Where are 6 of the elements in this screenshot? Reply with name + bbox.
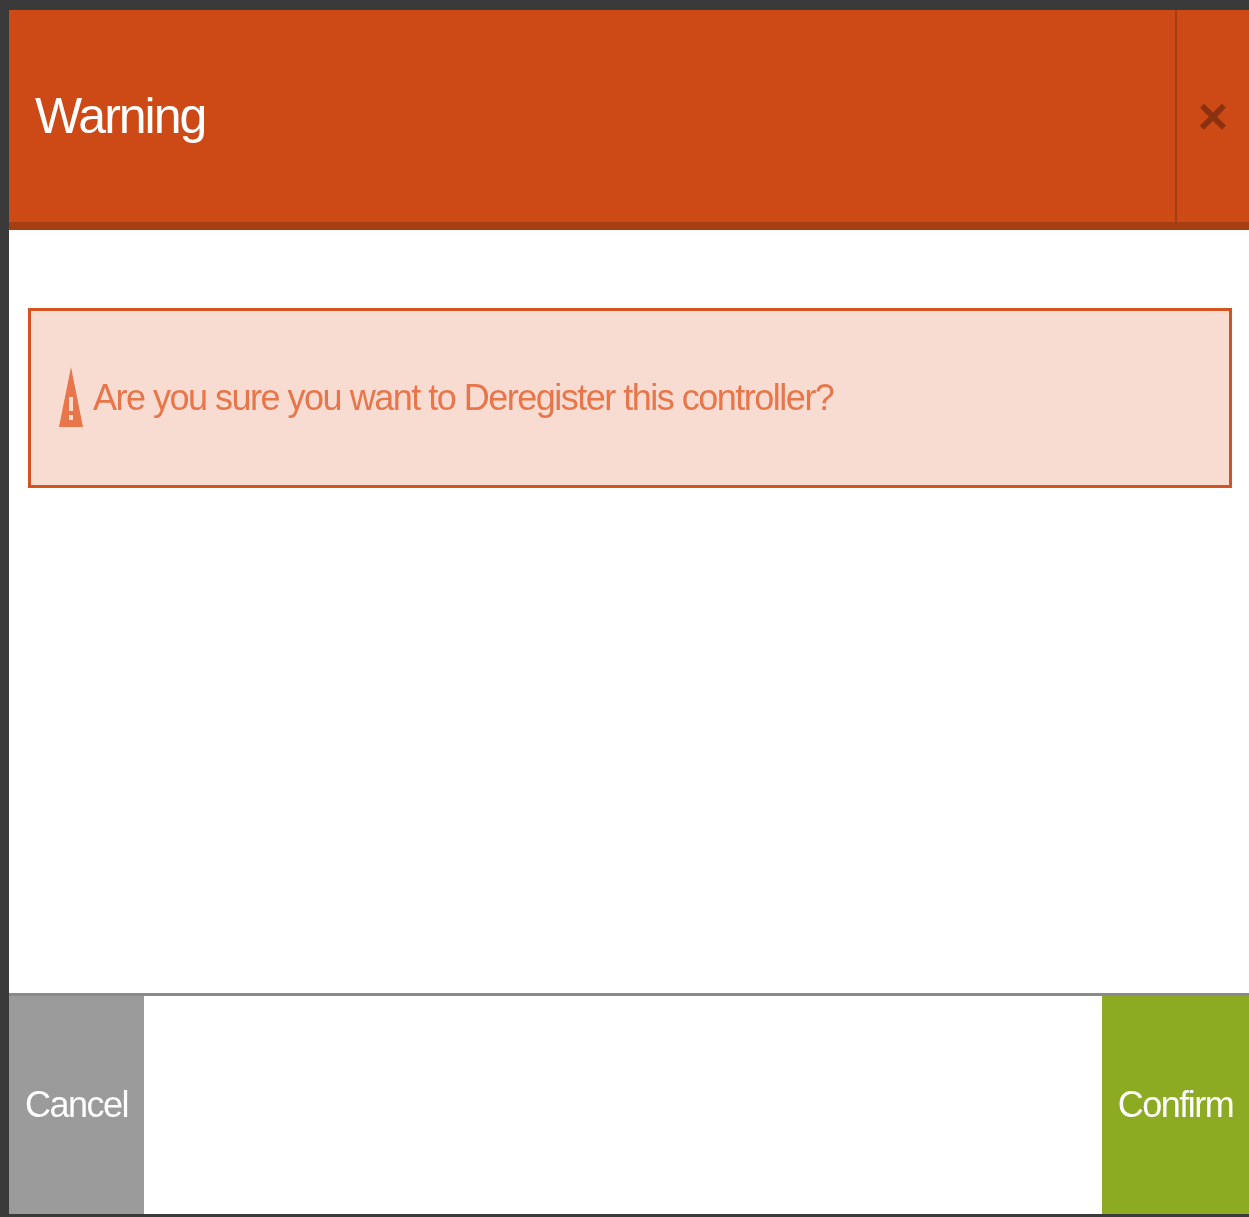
confirm-button[interactable]: Confirm [1102, 996, 1249, 1214]
close-button[interactable]: × [1175, 10, 1249, 222]
dialog-title: Warning [34, 87, 207, 146]
cancel-button[interactable]: Cancel [9, 996, 144, 1214]
alert-message: Are you sure you want to Deregister this controller? [93, 377, 834, 419]
warning-icon [59, 367, 83, 429]
